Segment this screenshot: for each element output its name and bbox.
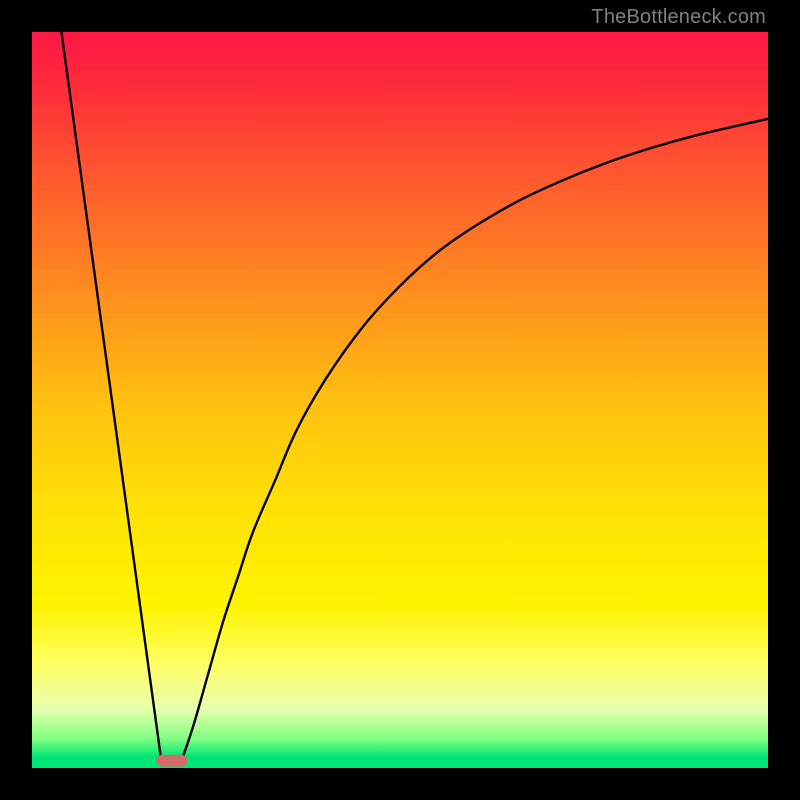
chart-frame: TheBottleneck.com [0, 0, 800, 800]
gradient-background [32, 32, 768, 768]
watermark-text: TheBottleneck.com [591, 6, 766, 29]
bottom-marker [156, 755, 187, 767]
chart-svg [32, 32, 768, 768]
plot-area [32, 32, 768, 768]
